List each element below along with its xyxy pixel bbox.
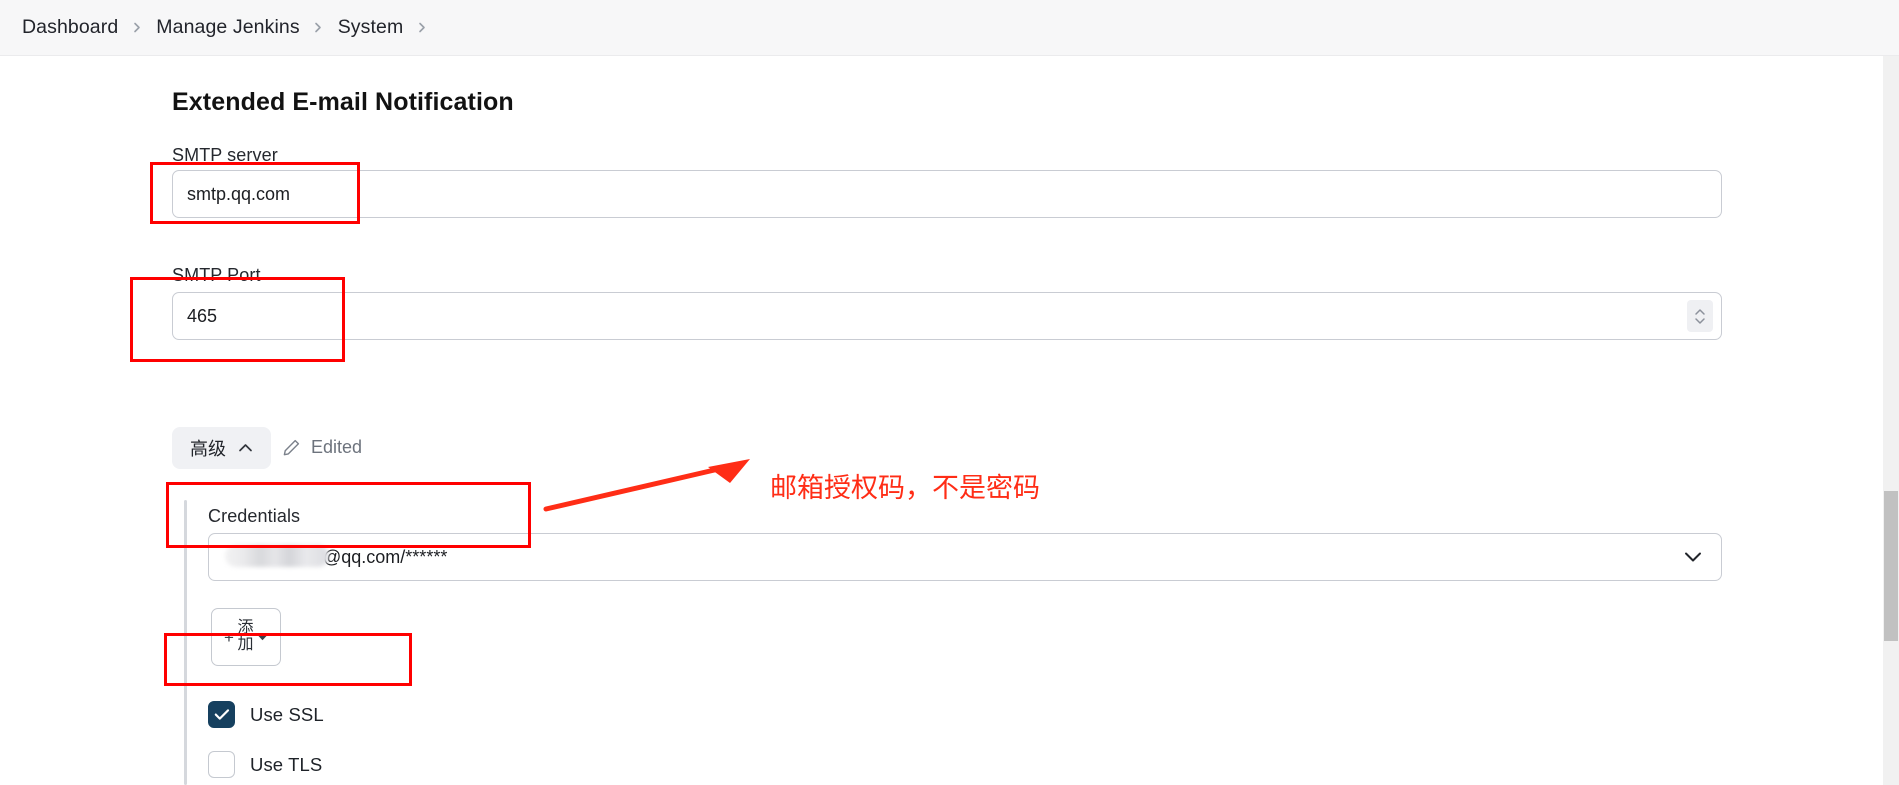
smtp-server-label: SMTP server — [172, 145, 278, 165]
redacted-username — [225, 545, 329, 567]
advanced-toggle-button[interactable]: 高级 — [172, 427, 271, 469]
breadcrumb-item-system[interactable]: System — [338, 16, 404, 39]
add-credentials-button[interactable]: + 添加 — [211, 608, 281, 666]
use-tls-label: Use TLS — [250, 753, 323, 775]
vertical-scrollbar-thumb[interactable] — [1884, 491, 1898, 641]
smtp-port-stepper[interactable] — [1687, 300, 1713, 332]
smtp-port-label: SMTP Port — [172, 265, 261, 285]
smtp-server-input[interactable] — [172, 170, 1722, 218]
credentials-select[interactable]: @qq.com/****** — [208, 533, 1722, 581]
use-tls-checkbox[interactable]: Use TLS — [208, 751, 322, 778]
page-title: Extended E-mail Notification — [172, 87, 514, 116]
add-credentials-label: 添加 — [237, 619, 254, 653]
page-root: Dashboard Manage Jenkins System Extended… — [0, 0, 1899, 785]
pencil-icon — [282, 438, 301, 457]
breadcrumb: Dashboard Manage Jenkins System — [0, 0, 1899, 56]
vertical-scrollbar-track[interactable] — [1883, 56, 1899, 785]
breadcrumb-item-dashboard[interactable]: Dashboard — [22, 16, 118, 39]
advanced-toggle-label: 高级 — [190, 439, 226, 459]
chevron-right-icon — [300, 21, 338, 34]
use-ssl-label: Use SSL — [250, 703, 324, 725]
chevron-up-icon — [238, 443, 253, 453]
credentials-label: Credentials — [208, 506, 301, 526]
smtp-port-input[interactable] — [172, 292, 1722, 340]
plus-icon: + — [224, 627, 234, 647]
credentials-select-box[interactable]: @qq.com/****** — [208, 533, 1722, 581]
checkbox-unchecked-icon[interactable] — [208, 751, 235, 778]
chevron-right-icon — [403, 21, 441, 34]
advanced-section-guide — [184, 500, 187, 785]
checkbox-checked-icon[interactable] — [208, 701, 235, 728]
credentials-value: @qq.com/****** — [323, 546, 448, 567]
chevron-right-icon — [118, 21, 156, 34]
edited-label: Edited — [311, 437, 363, 457]
main-content: Extended E-mail Notification SMTP server… — [0, 56, 1890, 785]
caret-down-icon — [257, 634, 268, 641]
edited-indicator: Edited — [282, 437, 362, 458]
use-ssl-checkbox[interactable]: Use SSL — [208, 701, 324, 728]
breadcrumb-item-manage-jenkins[interactable]: Manage Jenkins — [156, 16, 299, 39]
chevron-down-icon[interactable] — [1683, 551, 1703, 564]
